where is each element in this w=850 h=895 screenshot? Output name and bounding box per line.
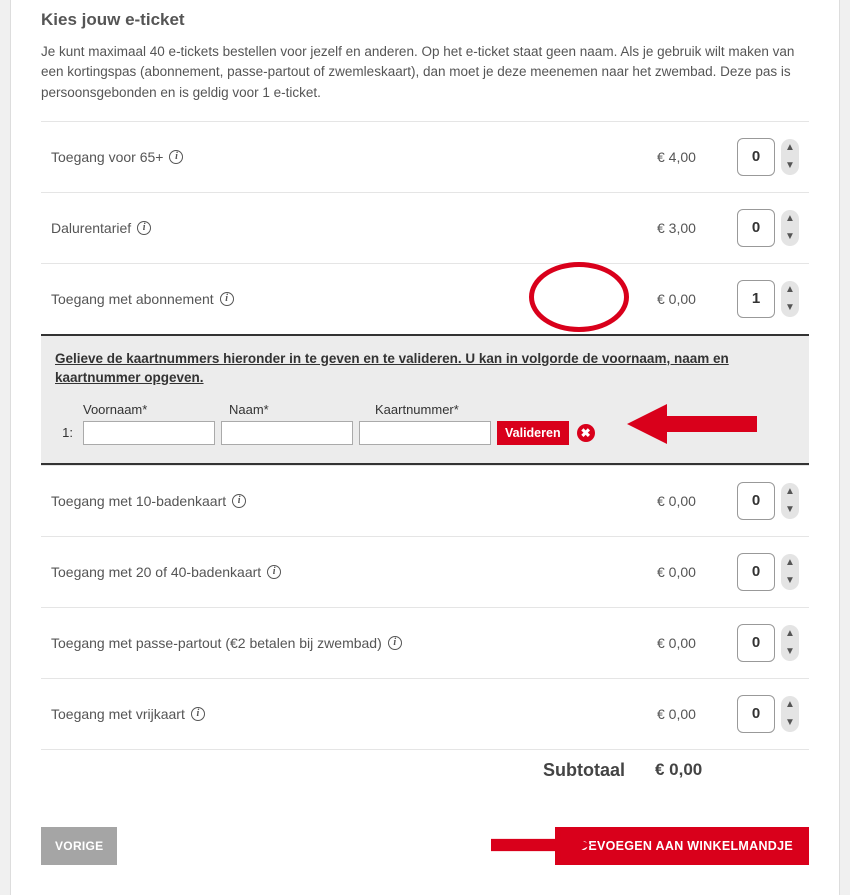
ticket-label: Toegang met passe-partout (€2 betalen bi… <box>51 635 657 651</box>
ticket-label: Toegang voor 65+ i <box>51 149 657 165</box>
step-down-icon[interactable]: ▼ <box>781 643 799 661</box>
subtotal-value: € 0,00 <box>655 760 799 780</box>
add-to-cart-button[interactable]: TOEVOEGEN AAN WINKELMANDJE <box>555 827 809 865</box>
naam-input[interactable] <box>221 421 353 445</box>
previous-button[interactable]: VORIGE <box>41 827 117 865</box>
quantity-input[interactable] <box>737 280 775 318</box>
info-icon[interactable]: i <box>137 221 151 235</box>
quantity-input[interactable] <box>737 624 775 662</box>
step-up-icon[interactable]: ▲ <box>781 696 799 714</box>
row-number: 1: <box>55 425 77 440</box>
validation-input-row: 1: Valideren ✖ <box>55 421 795 445</box>
quantity-stepper: ▲ ▼ <box>781 696 799 732</box>
field-headers: Voornaam* Naam* Kaartnummer* <box>55 402 795 417</box>
info-icon[interactable]: i <box>267 565 281 579</box>
ticket-label: Dalurentarief i <box>51 220 657 236</box>
quantity-stepper: ▲ ▼ <box>781 139 799 175</box>
quantity-input[interactable] <box>737 482 775 520</box>
quantity-stepper: ▲ ▼ <box>781 625 799 661</box>
step-up-icon[interactable]: ▲ <box>781 281 799 299</box>
ticket-row: Toegang met 10-badenkaart i € 0,00 ▲ ▼ <box>41 465 809 536</box>
step-up-icon[interactable]: ▲ <box>781 483 799 501</box>
ticket-price: € 3,00 <box>657 220 737 236</box>
step-up-icon[interactable]: ▲ <box>781 210 799 228</box>
ticket-row: Toegang met vrijkaart i € 0,00 ▲ ▼ <box>41 678 809 749</box>
step-down-icon[interactable]: ▼ <box>781 714 799 732</box>
ticket-label: Toegang met vrijkaart i <box>51 706 657 722</box>
info-icon[interactable]: i <box>220 292 234 306</box>
step-down-icon[interactable]: ▼ <box>781 228 799 246</box>
subtotal-label: Subtotaal <box>51 760 655 781</box>
ticket-row: Toegang met 20 of 40-badenkaart i € 0,00… <box>41 536 809 607</box>
ticket-label: Toegang met 10-badenkaart i <box>51 493 657 509</box>
ticket-price: € 0,00 <box>657 291 737 307</box>
ticket-price: € 0,00 <box>657 635 737 651</box>
quantity-stepper: ▲ ▼ <box>781 281 799 317</box>
ticket-price: € 0,00 <box>657 564 737 580</box>
step-up-icon[interactable]: ▲ <box>781 625 799 643</box>
ticket-row: Toegang met abonnement i € 0,00 ▲ ▼ <box>41 263 809 334</box>
quantity-stepper: ▲ ▼ <box>781 210 799 246</box>
step-down-icon[interactable]: ▼ <box>781 157 799 175</box>
ticket-row: Dalurentarief i € 3,00 ▲ ▼ <box>41 192 809 263</box>
step-up-icon[interactable]: ▲ <box>781 139 799 157</box>
kaartnummer-input[interactable] <box>359 421 491 445</box>
quantity-input[interactable] <box>737 138 775 176</box>
card-validation-box: Gelieve de kaartnummers hieronder in te … <box>41 334 809 465</box>
voornaam-input[interactable] <box>83 421 215 445</box>
step-up-icon[interactable]: ▲ <box>781 554 799 572</box>
ticket-label-text: Dalurentarief <box>51 220 131 236</box>
ticket-price: € 0,00 <box>657 493 737 509</box>
ticket-label-text: Toegang met 10-badenkaart <box>51 493 226 509</box>
info-icon[interactable]: i <box>169 150 183 164</box>
ticket-label-text: Toegang voor 65+ <box>51 149 163 165</box>
page-title: Kies jouw e-ticket <box>41 10 809 30</box>
ticket-label-text: Toegang met vrijkaart <box>51 706 185 722</box>
ticket-label: Toegang met abonnement i <box>51 291 657 307</box>
ticket-row: Toegang met passe-partout (€2 betalen bi… <box>41 607 809 678</box>
header-voornaam: Voornaam* <box>83 402 221 417</box>
quantity-input[interactable] <box>737 695 775 733</box>
ticket-label: Toegang met 20 of 40-badenkaart i <box>51 564 657 580</box>
valideren-button[interactable]: Valideren <box>497 421 569 445</box>
step-down-icon[interactable]: ▼ <box>781 299 799 317</box>
ticket-label-text: Toegang met passe-partout (€2 betalen bi… <box>51 635 382 651</box>
header-kaartnummer: Kaartnummer* <box>375 402 513 417</box>
info-icon[interactable]: i <box>388 636 402 650</box>
quantity-input[interactable] <box>737 209 775 247</box>
subtotal-row: Subtotaal € 0,00 <box>41 749 809 793</box>
close-icon[interactable]: ✖ <box>577 424 595 442</box>
quantity-stepper: ▲ ▼ <box>781 483 799 519</box>
ticket-label-text: Toegang met abonnement <box>51 291 214 307</box>
info-icon[interactable]: i <box>232 494 246 508</box>
header-naam: Naam* <box>229 402 367 417</box>
ticket-price: € 4,00 <box>657 149 737 165</box>
step-down-icon[interactable]: ▼ <box>781 501 799 519</box>
ticket-price: € 0,00 <box>657 706 737 722</box>
validation-message: Gelieve de kaartnummers hieronder in te … <box>55 350 795 388</box>
info-icon[interactable]: i <box>191 707 205 721</box>
quantity-input[interactable] <box>737 553 775 591</box>
quantity-stepper: ▲ ▼ <box>781 554 799 590</box>
step-down-icon[interactable]: ▼ <box>781 572 799 590</box>
page-description: Je kunt maximaal 40 e-tickets bestellen … <box>41 42 809 103</box>
ticket-row: Toegang voor 65+ i € 4,00 ▲ ▼ <box>41 121 809 192</box>
ticket-label-text: Toegang met 20 of 40-badenkaart <box>51 564 261 580</box>
